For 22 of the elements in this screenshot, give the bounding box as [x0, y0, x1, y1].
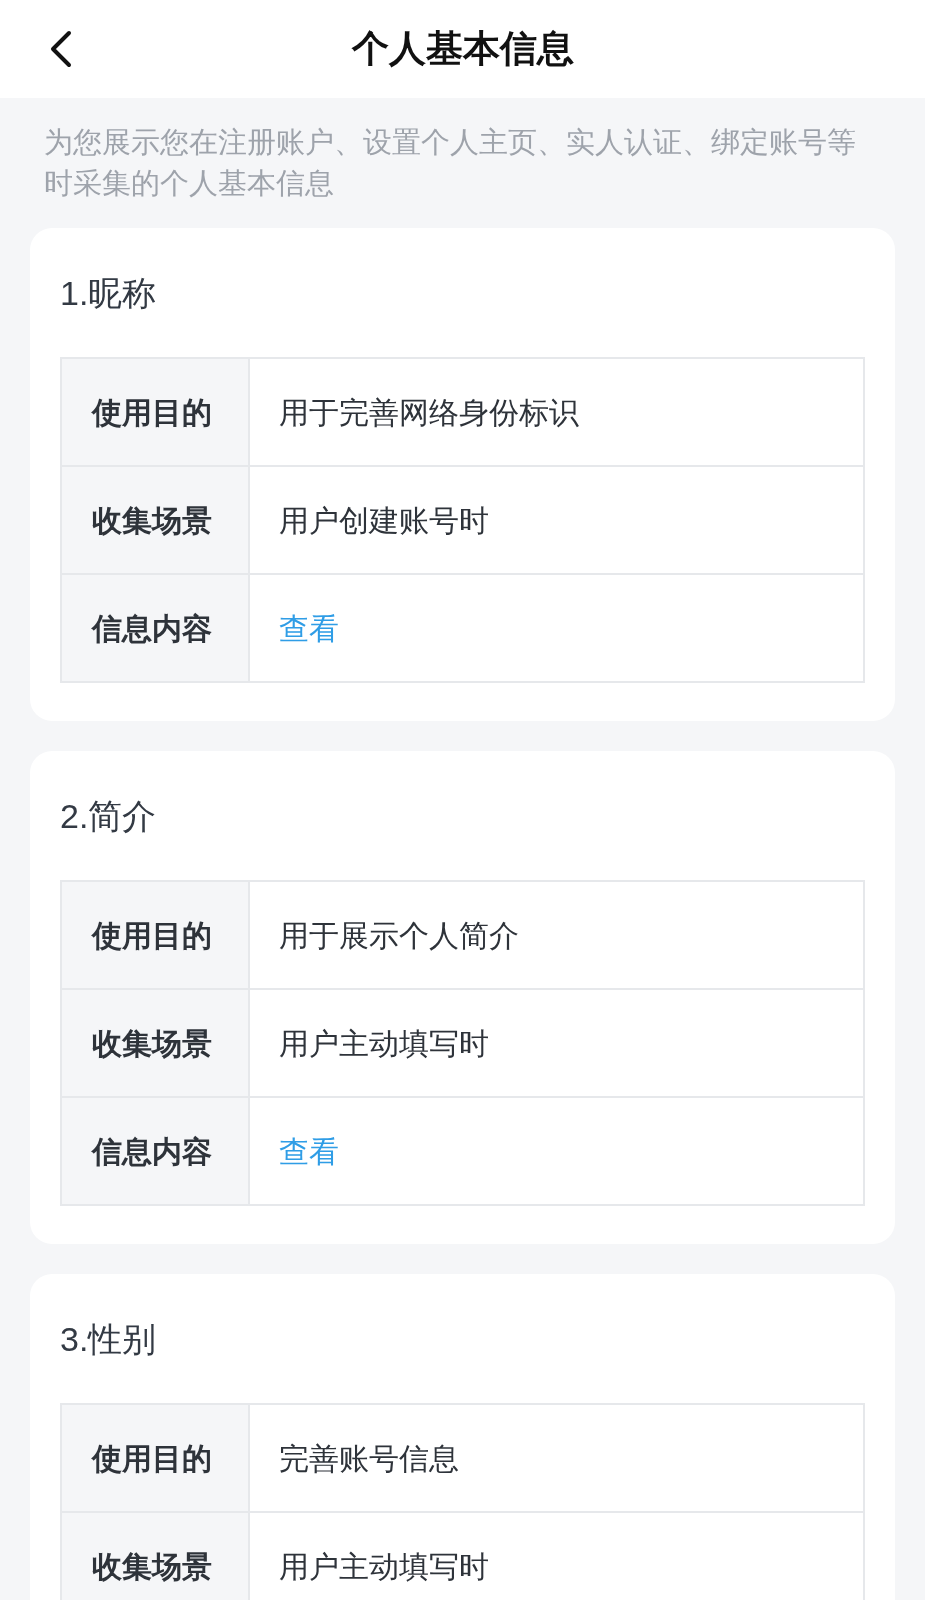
row-label: 收集场景	[62, 467, 248, 573]
back-icon[interactable]	[48, 30, 74, 68]
row-label: 使用目的	[62, 1405, 248, 1511]
row-label: 信息内容	[62, 575, 248, 681]
row-value: 用户主动填写时	[248, 1513, 863, 1600]
row-label: 使用目的	[62, 359, 248, 465]
row-value: 用户创建账号时	[248, 467, 863, 573]
row-value: 用于完善网络身份标识	[248, 359, 863, 465]
section-title: 1.昵称	[60, 273, 158, 313]
view-link[interactable]: 查看	[279, 605, 339, 651]
row-label: 收集场景	[62, 990, 248, 1096]
row-label: 使用目的	[62, 882, 248, 988]
row-value: 用于展示个人简介	[248, 882, 863, 988]
row-value: 完善账号信息	[248, 1405, 863, 1511]
row-label: 信息内容	[62, 1098, 248, 1204]
section-title: 3.性别	[60, 1319, 158, 1359]
section-title: 2.简介	[60, 796, 158, 836]
view-link[interactable]: 查看	[279, 1128, 339, 1174]
row-value: 用户主动填写时	[248, 990, 863, 1096]
page-title: 个人基本信息	[351, 27, 574, 71]
row-label: 收集场景	[62, 1513, 248, 1600]
intro-text: 为您展示您在注册账户、设置个人主页、实人认证、绑定账号等时采集的个人基本信息	[44, 125, 857, 201]
